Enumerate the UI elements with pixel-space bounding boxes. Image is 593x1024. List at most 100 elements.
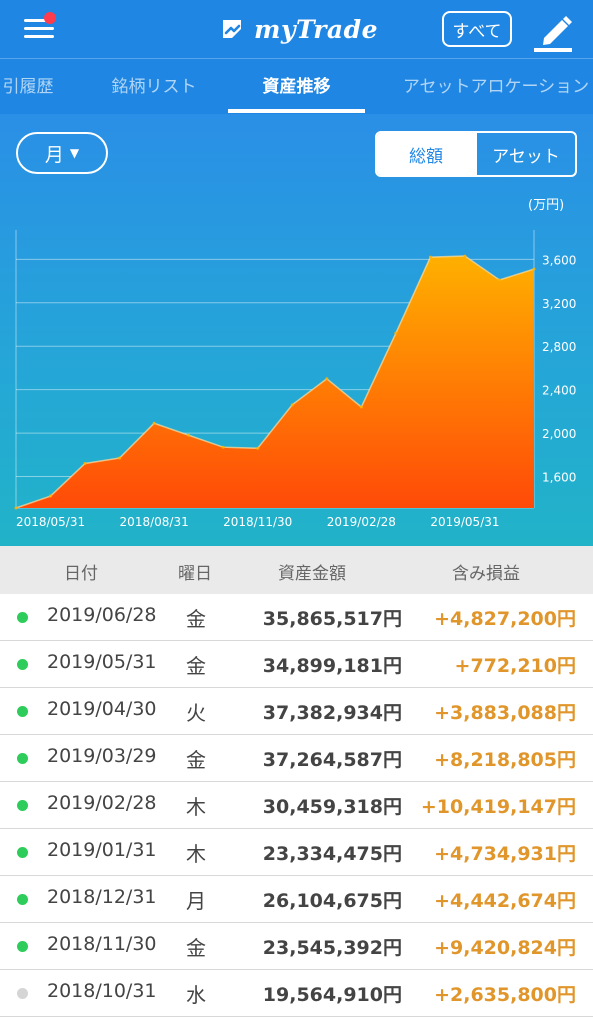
status-dot-icon xyxy=(17,847,28,858)
row-asset-amount: 37,264,587円 xyxy=(262,749,402,771)
table-row[interactable]: 2018/11/30 金 23,545,392円 +9,420,824円 xyxy=(0,923,593,970)
row-weekday: 金 xyxy=(186,936,206,960)
period-label: 月 xyxy=(44,143,64,166)
row-asset-amount: 35,865,517円 xyxy=(262,608,402,630)
period-dropdown[interactable]: 月 ▼ xyxy=(16,132,108,174)
row-date: 2018/11/30 xyxy=(47,933,157,955)
data-point xyxy=(256,446,260,450)
row-asset-amount: 34,899,181円 xyxy=(262,655,402,677)
status-dot-icon xyxy=(17,894,28,905)
row-weekday: 金 xyxy=(186,748,206,772)
row-weekday: 火 xyxy=(186,701,206,725)
table-row[interactable]: 2018/12/31 月 26,104,675円 +4,442,674円 xyxy=(0,876,593,923)
row-unrealized-pnl: +2,635,800円 xyxy=(434,984,576,1006)
y-tick-label: 1,600 xyxy=(542,471,576,485)
toggle-asset[interactable]: アセット xyxy=(475,133,575,175)
tab-asset-trend[interactable]: 資産推移 xyxy=(228,59,365,115)
row-date: 2019/02/28 xyxy=(47,792,157,814)
row-weekday: 木 xyxy=(186,842,206,866)
table-row[interactable]: 2019/06/28 金 35,865,517円 +4,827,200円 xyxy=(0,594,593,641)
row-date: 2019/04/30 xyxy=(47,698,157,720)
row-date: 2019/05/31 xyxy=(47,651,157,673)
status-dot-icon xyxy=(17,941,28,952)
status-dot-icon xyxy=(17,988,28,999)
row-unrealized-pnl: +8,218,805円 xyxy=(434,749,576,771)
app-logo: myTrade xyxy=(220,12,378,46)
data-point xyxy=(394,331,398,335)
table-row[interactable]: 2019/04/30 火 37,382,934円 +3,883,088円 xyxy=(0,688,593,735)
row-weekday: 木 xyxy=(186,795,206,819)
asset-history-list: 2019/06/28 金 35,865,517円 +4,827,200円 2019/05… xyxy=(0,594,593,1017)
x-tick-label: 2018/05/31 xyxy=(16,515,85,529)
data-point xyxy=(359,405,363,409)
row-weekday: 月 xyxy=(186,889,206,913)
menu-button[interactable] xyxy=(24,12,56,42)
table-header: 日付 曜日 資産金額 含み損益 xyxy=(0,546,593,594)
row-unrealized-pnl: +3,883,088円 xyxy=(434,702,576,724)
status-dot-icon xyxy=(17,659,28,670)
header-asset-amount: 資産金額 xyxy=(278,564,346,584)
table-row[interactable]: 2019/03/29 金 37,264,587円 +8,218,805円 xyxy=(0,735,593,782)
row-unrealized-pnl: +10,419,147円 xyxy=(420,796,576,818)
row-unrealized-pnl: +4,734,931円 xyxy=(434,843,576,865)
row-asset-amount: 23,334,475円 xyxy=(262,843,402,865)
menu-icon-bar xyxy=(24,35,54,38)
row-date: 2019/06/28 xyxy=(47,604,157,626)
row-asset-amount: 23,545,392円 xyxy=(262,937,402,959)
active-tab-indicator xyxy=(228,109,365,113)
data-point xyxy=(497,278,501,282)
y-tick-label: 3,200 xyxy=(542,297,576,311)
data-point xyxy=(152,421,156,425)
status-dot-icon xyxy=(17,612,28,623)
row-unrealized-pnl: +772,210円 xyxy=(454,655,576,677)
data-point xyxy=(428,255,432,259)
x-tick-label: 2019/05/31 xyxy=(430,515,499,529)
view-toggle: 総額 アセット xyxy=(375,131,577,177)
x-tick-label: 2018/08/31 xyxy=(120,515,189,529)
y-tick-label: 2,400 xyxy=(542,384,576,398)
filter-all-button[interactable]: すべて xyxy=(442,11,512,47)
table-row[interactable]: 2019/02/28 木 30,459,318円 +10,419,147円 xyxy=(0,782,593,829)
status-dot-icon xyxy=(17,706,28,717)
row-asset-amount: 26,104,675円 xyxy=(262,890,402,912)
header-weekday: 曜日 xyxy=(178,564,212,584)
row-date: 2019/01/31 xyxy=(47,839,157,861)
tab-trade-history[interactable]: 引履歴 xyxy=(0,59,68,115)
data-point xyxy=(14,506,18,510)
row-asset-amount: 37,382,934円 xyxy=(262,702,402,724)
menu-icon-bar xyxy=(24,27,54,30)
row-weekday: 金 xyxy=(186,654,206,678)
tab-stock-list[interactable]: 銘柄リスト xyxy=(104,59,204,115)
header-unrealized-pnl: 含み損益 xyxy=(452,564,520,584)
notification-dot-icon xyxy=(44,12,56,24)
tab-bar: 引履歴 銘柄リスト 資産推移 アセットアロケーション xyxy=(0,58,593,115)
row-weekday: 金 xyxy=(186,607,206,631)
table-row[interactable]: 2018/10/31 水 19,564,910円 +2,635,800円 xyxy=(0,970,593,1017)
table-row[interactable]: 2019/05/31 金 34,899,181円 +772,210円 xyxy=(0,641,593,688)
row-unrealized-pnl: +4,442,674円 xyxy=(434,890,576,912)
y-tick-label: 2,000 xyxy=(542,427,576,441)
header-date: 日付 xyxy=(64,564,98,584)
logo-text: myTrade xyxy=(254,14,379,44)
row-asset-amount: 19,564,910円 xyxy=(262,984,402,1006)
series-area xyxy=(16,256,534,508)
data-point xyxy=(118,456,122,460)
toggle-total[interactable]: 総額 xyxy=(377,133,475,175)
row-date: 2019/03/29 xyxy=(47,745,157,767)
row-asset-amount: 30,459,318円 xyxy=(262,796,402,818)
data-point xyxy=(83,461,87,465)
x-tick-label: 2018/11/30 xyxy=(223,515,292,529)
row-date: 2018/12/31 xyxy=(47,886,157,908)
y-tick-label: 3,600 xyxy=(542,253,576,267)
row-weekday: 水 xyxy=(186,983,206,1007)
row-date: 2018/10/31 xyxy=(47,980,157,1002)
chart-unit-label: (万円) xyxy=(528,198,565,213)
x-tick-label: 2019/02/28 xyxy=(327,515,396,529)
edit-pencil-icon[interactable] xyxy=(532,8,574,52)
row-unrealized-pnl: +9,420,824円 xyxy=(434,937,576,959)
tab-asset-allocation[interactable]: アセットアロケーション xyxy=(396,59,593,115)
data-point xyxy=(463,254,467,258)
status-dot-icon xyxy=(17,753,28,764)
table-row[interactable]: 2019/01/31 木 23,334,475円 +4,734,931円 xyxy=(0,829,593,876)
row-unrealized-pnl: +4,827,200円 xyxy=(434,608,576,630)
